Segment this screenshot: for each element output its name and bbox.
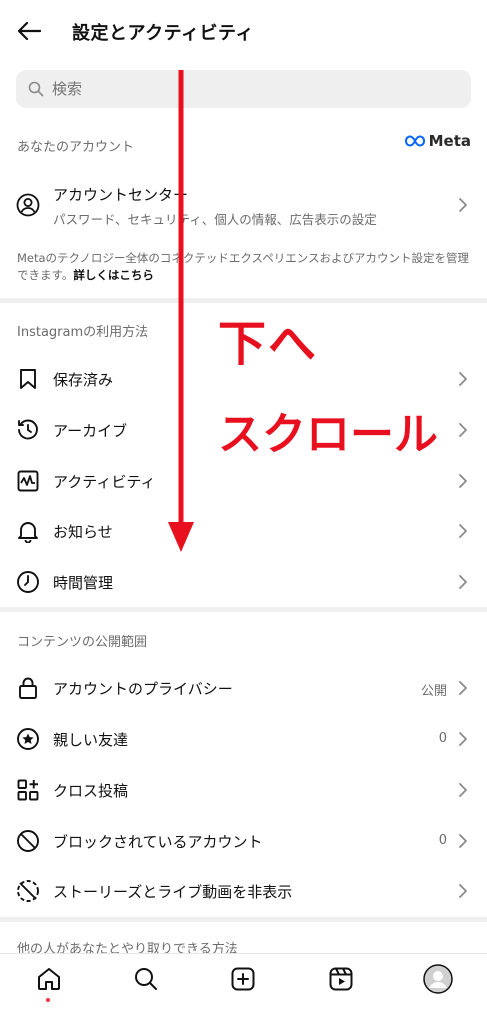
grid-plus-icon [16, 778, 40, 802]
profile-icon[interactable] [423, 964, 453, 994]
page-title: 設定とアクティビティ [72, 23, 254, 44]
row-cross-posting[interactable]: クロス投稿 [0, 767, 487, 813]
row-hide-story-live[interactable]: ストーリーズとライブ動画を非表示 [0, 868, 487, 914]
chevron-right-icon [457, 574, 469, 590]
row-close-friends[interactable]: 親しい友達 0 [0, 716, 487, 762]
search-input[interactable] [52, 80, 452, 98]
row-label: アーカイブ [53, 422, 128, 440]
row-notifications[interactable]: お知らせ [0, 508, 487, 554]
row-label: ブロックされているアカウント [53, 833, 263, 851]
bottom-nav [0, 953, 487, 1024]
block-icon [16, 829, 40, 853]
lock-icon [16, 676, 40, 700]
chevron-right-icon [457, 371, 469, 387]
row-label: 時間管理 [53, 574, 114, 592]
create-icon[interactable] [228, 964, 258, 994]
chevron-right-icon [457, 680, 469, 696]
section-title-your-account: あなたのアカウント [17, 140, 135, 155]
chevron-right-icon [457, 883, 469, 899]
row-blocked-accounts[interactable]: ブロックされているアカウント 0 [0, 818, 487, 864]
chevron-right-icon [457, 833, 469, 849]
chevron-right-icon [457, 197, 469, 213]
chevron-right-icon [457, 782, 469, 798]
search-icon [28, 81, 44, 97]
back-arrow-icon [17, 21, 41, 41]
close-friends-count: 0 [438, 731, 447, 746]
bookmark-icon [16, 367, 40, 391]
chevron-right-icon [457, 731, 469, 747]
home-icon[interactable] [34, 964, 64, 994]
row-account-privacy[interactable]: アカウントのプライバシー 公開 [0, 665, 487, 711]
section-divider [0, 607, 487, 612]
section-divider [0, 298, 487, 303]
row-label: クロス投稿 [53, 782, 129, 800]
activity-icon [16, 469, 40, 493]
overlay-text-scroll: スクロール [218, 409, 438, 460]
learn-more-link[interactable]: 詳しくはこちら [73, 268, 154, 282]
back-button[interactable] [14, 16, 44, 46]
bell-icon [16, 519, 40, 543]
row-label: お知らせ [53, 523, 113, 541]
row-label: アカウントのプライバシー [53, 680, 233, 698]
notification-dot [46, 998, 50, 1002]
row-label: 保存済み [53, 371, 114, 389]
section-title-content-visibility: コンテンツの公開範囲 [17, 635, 148, 650]
star-circle-icon [16, 727, 40, 751]
account-center-description: Metaのテクノロジー全体のコネクテッドエクスペリエンスおよびアカウント設定を管… [17, 250, 472, 284]
reels-icon[interactable] [326, 964, 356, 994]
search-icon[interactable] [131, 964, 161, 994]
account-center-subtitle: パスワード、セキュリティ、個人の情報、広告表示の設定 [53, 212, 377, 227]
scroll-down-arrow [168, 70, 194, 552]
meta-logo: Meta [404, 132, 471, 150]
chevron-right-icon [457, 422, 469, 438]
row-time-management[interactable]: 時間管理 [0, 559, 487, 605]
row-activity[interactable]: アクティビティ [0, 458, 487, 504]
row-label: 親しい友達 [53, 731, 129, 749]
privacy-status-value: 公開 [420, 684, 447, 699]
section-title-how-you-use: Instagramの利用方法 [17, 325, 149, 340]
row-label: アクティビティ [53, 473, 156, 491]
account-circle-icon [16, 193, 40, 217]
blocked-count: 0 [438, 833, 447, 848]
chevron-right-icon [457, 473, 469, 489]
overlay-text-down: 下へ [218, 316, 319, 372]
header: 設定とアクティビティ [0, 0, 487, 64]
search-bar[interactable] [16, 70, 471, 108]
hide-story-icon [16, 879, 40, 903]
chevron-right-icon [457, 523, 469, 539]
meta-label: Meta [428, 132, 471, 150]
section-divider [0, 917, 487, 922]
row-label: ストーリーズとライブ動画を非表示 [53, 883, 293, 901]
archive-icon [16, 418, 40, 442]
clock-icon [16, 570, 40, 594]
meta-infinity-icon [404, 135, 425, 147]
